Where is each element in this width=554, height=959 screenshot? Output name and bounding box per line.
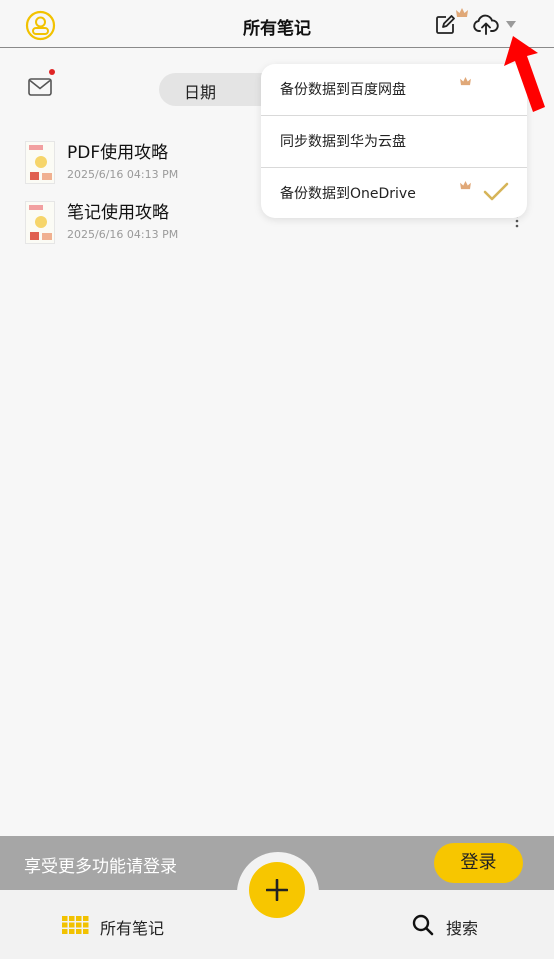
crown-icon	[460, 181, 471, 190]
menu-item-label: 同步数据到华为云盘	[280, 134, 406, 150]
menu-item-baidu-backup[interactable]: 备份数据到百度网盘	[261, 64, 527, 114]
tab-date-label: 日期	[184, 83, 217, 102]
nav-search-label: 搜索	[446, 919, 479, 938]
dropdown-icon[interactable]	[505, 20, 517, 29]
menu-item-label: 备份数据到百度网盘	[280, 82, 406, 98]
note-date: 2025/6/16 04:13 PM	[67, 228, 179, 241]
login-button[interactable]: 登录	[434, 843, 523, 883]
header: 所有笔记	[0, 0, 554, 48]
backup-menu: 备份数据到百度网盘 同步数据到华为云盘 备份数据到OneDrive	[261, 64, 527, 218]
search-icon	[412, 914, 434, 936]
note-title: 笔记使用攻略	[67, 203, 169, 223]
note-thumbnail	[25, 201, 55, 244]
cloud-upload-icon[interactable]	[473, 14, 499, 36]
edit-icon[interactable]	[434, 14, 456, 36]
grid-icon	[62, 916, 89, 934]
nav-all-notes[interactable]: 所有笔记	[62, 913, 182, 938]
crown-icon	[460, 77, 471, 86]
add-note-button[interactable]	[249, 862, 305, 918]
nav-search[interactable]: 搜索	[412, 913, 512, 938]
menu-item-huawei-sync[interactable]: 同步数据到华为云盘	[261, 116, 527, 166]
crown-icon	[456, 8, 468, 17]
check-icon	[483, 182, 509, 201]
pointer-arrow-icon	[504, 36, 545, 112]
note-thumbnail	[25, 141, 55, 184]
note-title: PDF使用攻略	[67, 143, 169, 163]
menu-item-label: 备份数据到OneDrive	[280, 186, 416, 202]
nav-all-notes-label: 所有笔记	[100, 919, 165, 938]
plus-icon	[266, 879, 288, 901]
login-prompt: 享受更多功能请登录	[24, 857, 177, 877]
page-title: 所有笔记	[243, 19, 311, 39]
mail-icon[interactable]	[27, 76, 53, 98]
note-date: 2025/6/16 04:13 PM	[67, 168, 179, 181]
notification-badge	[49, 69, 55, 75]
